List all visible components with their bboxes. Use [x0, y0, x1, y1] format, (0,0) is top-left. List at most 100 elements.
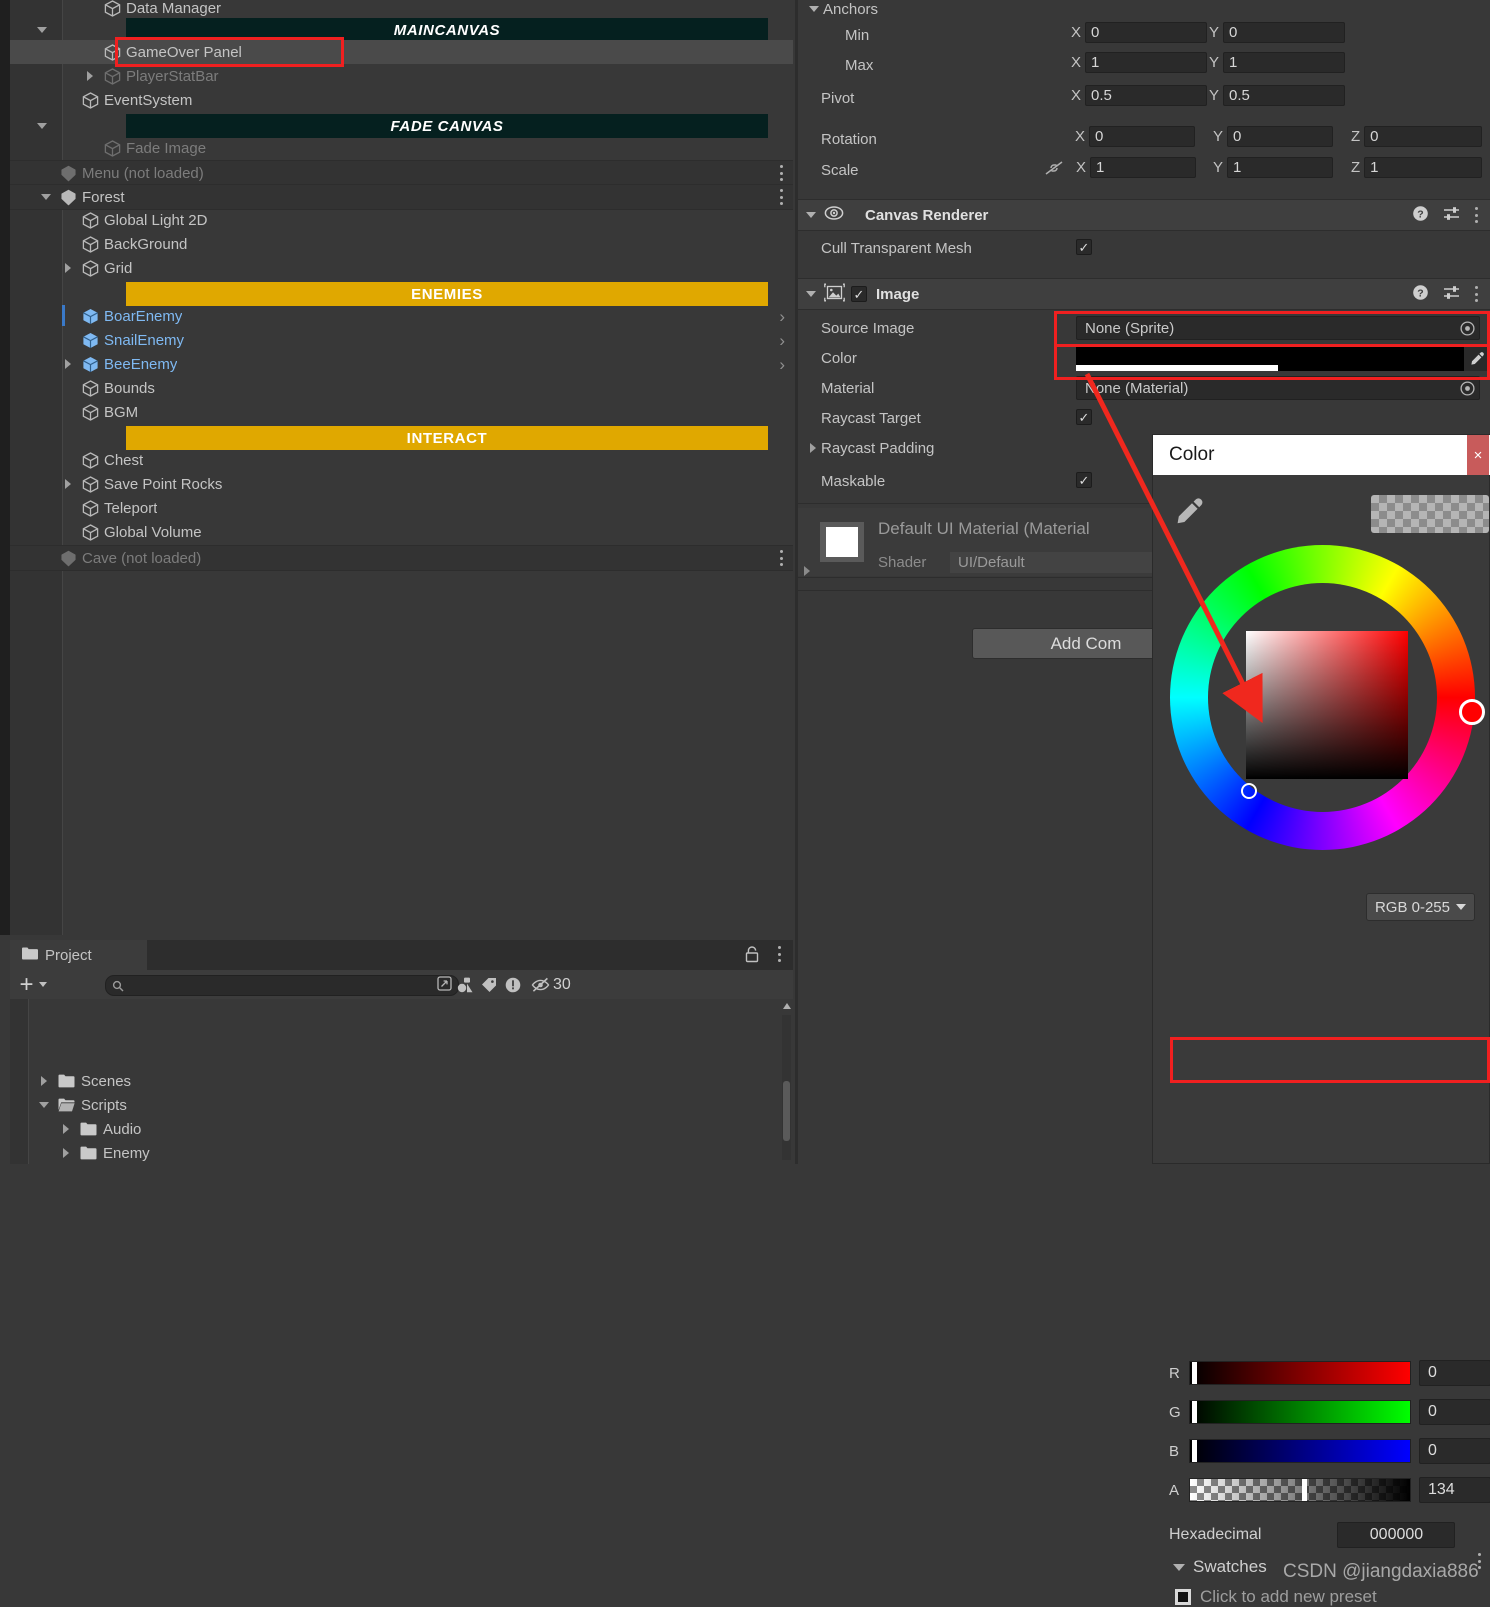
search-expand-icon[interactable]: [437, 976, 452, 995]
hierarchy-row[interactable]: Save Point Rocks: [10, 472, 793, 496]
chevron-down-icon[interactable]: [1173, 1563, 1185, 1571]
twirl-icon[interactable]: [36, 1076, 52, 1086]
saturation-value-square[interactable]: [1246, 631, 1408, 779]
rotation-y-field[interactable]: 0: [1227, 126, 1334, 147]
cull-transparent-mesh-checkbox[interactable]: ✓: [1076, 239, 1092, 255]
canvas-renderer-header[interactable]: Canvas Renderer ?: [798, 199, 1490, 231]
channel-slider[interactable]: [1189, 1478, 1411, 1502]
scale-y-field[interactable]: 1: [1227, 157, 1334, 178]
channel-value-field[interactable]: 0: [1419, 1399, 1490, 1425]
hexadecimal-field[interactable]: 000000: [1337, 1522, 1456, 1548]
channel-slider[interactable]: [1189, 1439, 1411, 1463]
hierarchy-separator-header[interactable]: FADE CANVAS: [126, 114, 768, 138]
twirl-icon[interactable]: [60, 359, 76, 369]
eyedropper-icon[interactable]: [1464, 346, 1489, 371]
rotation-z-field[interactable]: 0: [1364, 126, 1483, 147]
hierarchy-separator-header[interactable]: INTERACT: [126, 426, 768, 450]
scene-menu-icon[interactable]: [779, 550, 783, 566]
hierarchy-row[interactable]: BeeEnemy ›: [10, 352, 793, 376]
create-asset-button[interactable]: +: [10, 970, 56, 999]
hierarchy-row[interactable]: Forest: [10, 184, 793, 210]
search-input[interactable]: [105, 975, 459, 996]
project-panel[interactable]: Project + 30 Scenes Scripts Audio Enemy: [10, 940, 793, 1164]
hierarchy-row[interactable]: INTERACT: [10, 426, 793, 450]
twirl-icon[interactable]: [60, 263, 76, 273]
pivot-x[interactable]: X 0.5: [1071, 85, 1208, 106]
hierarchy-row[interactable]: Grid: [10, 256, 793, 280]
canvas-renderer-header-icons[interactable]: ?: [1412, 205, 1478, 226]
color-picker-window[interactable]: Color × RGB 0-255 R 0 G 0 B 0 A 134 Hexadecimal…: [1152, 434, 1490, 1606]
image-header-icons[interactable]: ?: [1412, 284, 1478, 305]
hue-handle[interactable]: [1459, 699, 1485, 725]
hierarchy-row[interactable]: FADE CANVAS: [10, 114, 793, 138]
raycast-padding-row[interactable]: Raycast Padding: [805, 433, 934, 463]
color-channel-r[interactable]: R0: [1169, 1359, 1490, 1387]
channel-slider-handle[interactable]: [1192, 1440, 1198, 1462]
hierarchy-row[interactable]: Global Volume: [10, 520, 793, 544]
swatches-section[interactable]: Swatches: [1173, 1557, 1267, 1577]
object-picker-icon[interactable]: [1460, 380, 1475, 396]
color-mode-dropdown[interactable]: RGB 0-255: [1365, 893, 1475, 921]
material-field[interactable]: None (Material): [1076, 376, 1480, 400]
anchors-min-y-field[interactable]: 0: [1223, 22, 1346, 43]
scale-z-field[interactable]: 1: [1364, 157, 1483, 178]
scale-x[interactable]: X 1: [1076, 157, 1197, 178]
hierarchy-panel[interactable]: Data Manager MAINCANVAS GameOver Panel Play…: [0, 0, 793, 935]
warnings-icon[interactable]: [501, 970, 525, 999]
chevron-down-icon[interactable]: [805, 6, 823, 12]
image-color-swatch[interactable]: [1076, 346, 1464, 371]
twirl-icon[interactable]: [82, 71, 98, 81]
project-tree-row[interactable]: Scenes: [28, 1069, 773, 1093]
pivot-y-field[interactable]: 0.5: [1223, 85, 1346, 106]
hierarchy-row[interactable]: Data Manager: [10, 0, 793, 20]
help-icon[interactable]: ?: [1412, 205, 1429, 226]
twirl-icon[interactable]: [58, 1124, 74, 1134]
chevron-down-icon[interactable]: [798, 212, 824, 218]
hidden-assets-toggle[interactable]: 30: [525, 970, 577, 999]
twirl-icon[interactable]: [60, 479, 76, 489]
project-tree-row[interactable]: Enemy: [28, 1141, 773, 1164]
hierarchy-separator-header[interactable]: ENEMIES: [126, 282, 768, 306]
twirl-icon[interactable]: [38, 194, 54, 200]
hierarchy-row[interactable]: BoarEnemy ›: [10, 304, 793, 328]
hierarchy-row[interactable]: MAINCANVAS: [10, 18, 793, 42]
color-channel-a[interactable]: A 134: [1169, 1476, 1490, 1504]
hierarchy-row[interactable]: GameOver Panel: [10, 40, 793, 64]
scene-menu-icon[interactable]: [779, 165, 783, 181]
preset-icon[interactable]: [1443, 284, 1460, 305]
channel-slider-handle[interactable]: [1192, 1401, 1198, 1423]
hierarchy-row[interactable]: PlayerStatBar: [10, 64, 793, 88]
anchors-min-x-field[interactable]: 0: [1085, 22, 1208, 43]
chevron-down-icon[interactable]: [798, 291, 824, 297]
chevron-right-icon[interactable]: [805, 443, 821, 453]
channel-value-field[interactable]: 0: [1419, 1438, 1490, 1464]
hierarchy-row[interactable]: ENEMIES: [10, 282, 793, 306]
pivot-y[interactable]: Y 0.5: [1209, 85, 1346, 106]
scrollbar-thumb[interactable]: [783, 1081, 790, 1141]
hierarchy-row[interactable]: Menu (not loaded): [10, 160, 793, 186]
channel-value-field[interactable]: 0: [1419, 1360, 1490, 1386]
twirl-icon[interactable]: [34, 123, 50, 129]
scene-menu-icon[interactable]: [779, 189, 783, 205]
twirl-icon[interactable]: [58, 1148, 74, 1158]
project-tree-row[interactable]: Scripts: [28, 1093, 773, 1117]
help-icon[interactable]: ?: [1412, 284, 1429, 305]
anchors-min-x[interactable]: X 0: [1071, 22, 1208, 43]
hierarchy-row[interactable]: BGM: [10, 400, 793, 424]
channel-slider-handle[interactable]: [1302, 1479, 1308, 1501]
chevron-right-icon[interactable]: [804, 566, 810, 576]
hierarchy-row[interactable]: Fade Image: [10, 136, 793, 160]
anchors-max-y[interactable]: Y 1: [1209, 52, 1346, 73]
pivot-x-field[interactable]: 0.5: [1085, 85, 1208, 106]
color-channel-b[interactable]: B0: [1169, 1437, 1490, 1465]
component-menu-icon[interactable]: [1474, 207, 1478, 223]
filter-by-label-icon[interactable]: [477, 970, 501, 999]
filter-by-type-icon[interactable]: [453, 970, 477, 999]
hierarchy-separator-header[interactable]: MAINCANVAS: [126, 18, 768, 42]
scale-x-field[interactable]: 1: [1090, 157, 1197, 178]
rotation-y[interactable]: Y 0: [1213, 126, 1334, 147]
scale-y[interactable]: Y 1: [1213, 157, 1334, 178]
open-prefab-icon[interactable]: ›: [779, 308, 785, 325]
rotation-x-field[interactable]: 0: [1089, 126, 1196, 147]
anchors-max-y-field[interactable]: 1: [1223, 52, 1346, 73]
